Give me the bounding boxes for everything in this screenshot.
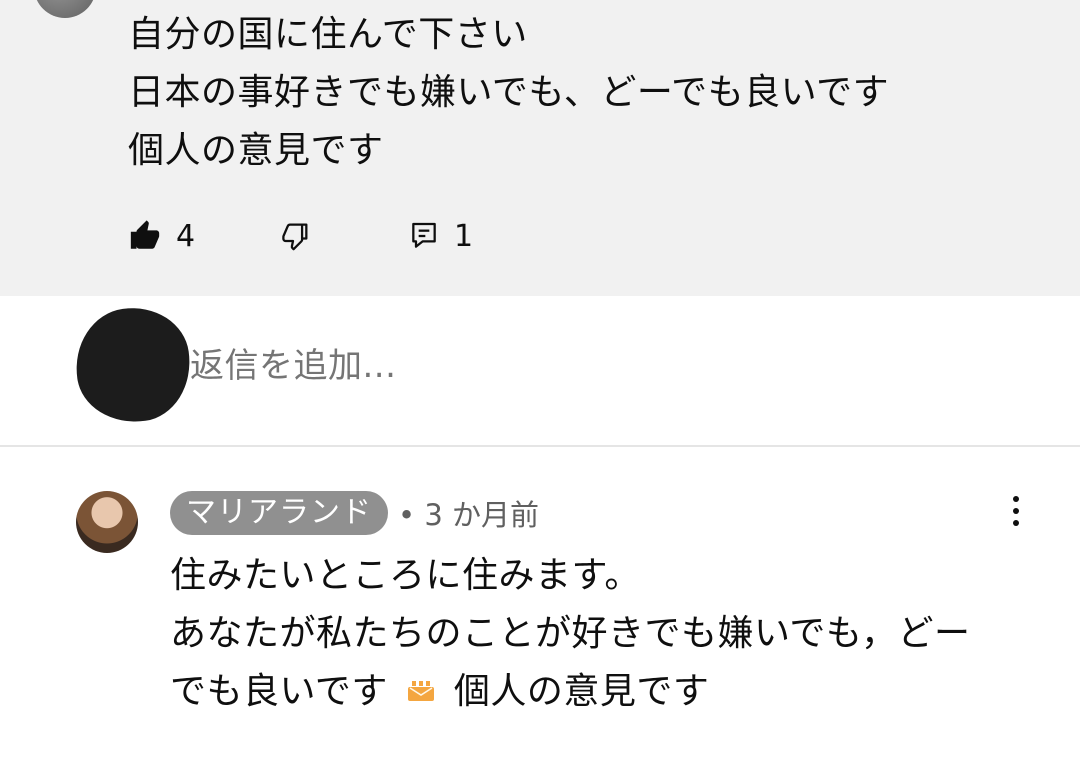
comment-line: あなたが私たちのことが好きでも嫌いでも，どー: [170, 613, 971, 654]
reply-count: 1: [454, 218, 474, 254]
comment-fragment: でも良いです: [170, 671, 388, 712]
comment-line: 個人の意見です: [128, 130, 384, 171]
like-count: 4: [176, 218, 196, 254]
redacted-avatar: [68, 300, 198, 430]
more-vertical-icon[interactable]: [1000, 491, 1032, 531]
reply-comment: マリアランド • 3 か月前 住みたいところに住みます。 あなたが私たちのことが…: [0, 447, 1080, 760]
comment-line: 日本の事好きでも嫌いでも、どーでも良いです: [128, 72, 890, 113]
comment-line: 住みたいところに住みます。: [170, 555, 641, 596]
thumb-up-icon: [130, 220, 160, 249]
parent-comment-text: 自分の国に住んで下さい 日本の事好きでも嫌いでも、どーでも良いです 個人の意見で…: [128, 6, 889, 180]
mail-emoji-icon: [407, 681, 434, 701]
reply-icon: [412, 222, 436, 248]
reply-button[interactable]: 1: [408, 214, 473, 258]
parent-comment: 自分の国に住んで下さい 日本の事好きでも嫌いでも、どーでも良いです 個人の意見で…: [0, 0, 1080, 296]
comment-fragment: 個人の意見です: [453, 671, 710, 712]
like-button[interactable]: 4: [128, 214, 195, 258]
reply-header: マリアランド • 3 か月前: [170, 491, 539, 535]
thumb-down-icon: [282, 223, 308, 251]
add-reply-input[interactable]: [190, 346, 790, 386]
parent-avatar[interactable]: [34, 0, 96, 18]
comment-line: 自分の国に住んで下さい: [128, 14, 528, 55]
comment-line: でも良いです 個人の意見です: [170, 663, 970, 721]
reply-author-avatar[interactable]: [76, 491, 138, 553]
dislike-button[interactable]: [278, 214, 312, 258]
author-name-chip[interactable]: マリアランド: [170, 491, 388, 535]
reply-box: [0, 296, 1080, 446]
timestamp: • 3 か月前: [398, 498, 539, 532]
reply-comment-text: 住みたいところに住みます。 あなたが私たちのことが好きでも嫌いでも，どー でも良…: [170, 547, 970, 721]
